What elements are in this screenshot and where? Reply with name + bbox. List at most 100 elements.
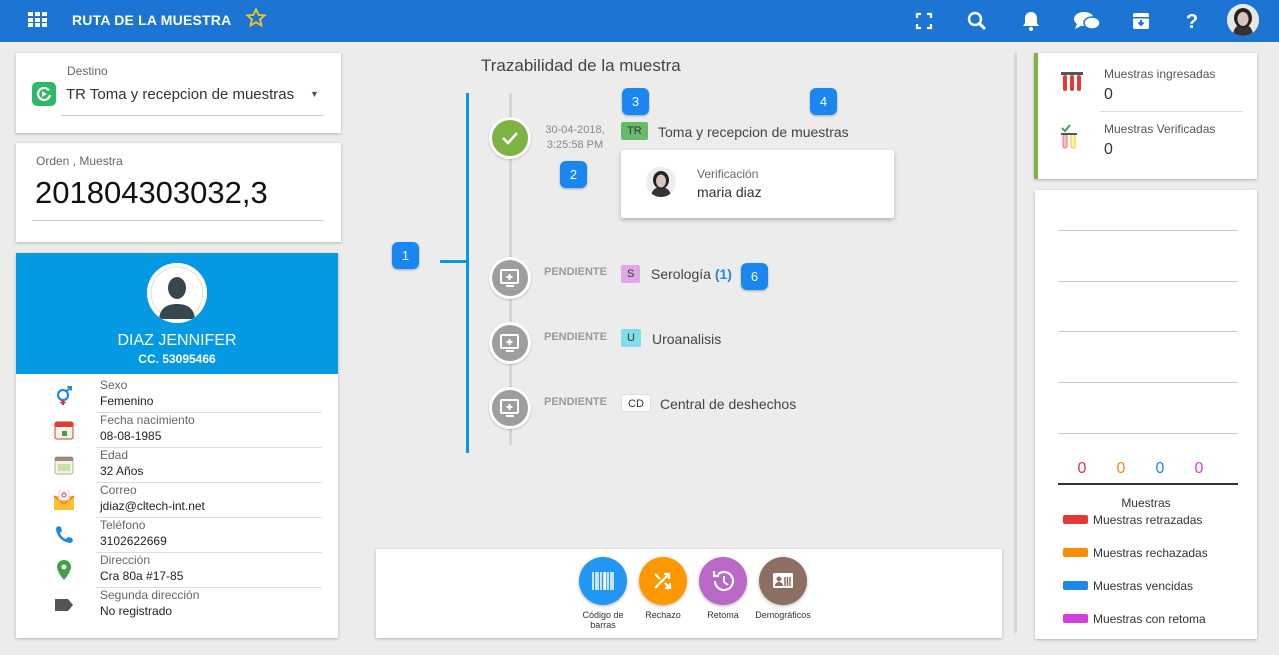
demograficos-label: Demográficos	[755, 610, 811, 620]
monitor-add-icon	[500, 269, 519, 287]
callout-badge-2: 2	[560, 161, 587, 188]
page-title: RUTA DE LA MUESTRA	[72, 12, 232, 28]
patient-field-correo: Correo jdiaz@cltech-int.net	[16, 483, 338, 518]
patient-field-edad: Edad 32 Años	[16, 448, 338, 483]
step-name: Serología (1)	[651, 266, 732, 282]
rechazo-label: Rechazo	[645, 610, 681, 620]
step-code-tag: U	[621, 329, 641, 347]
field-value: 3102622669	[100, 534, 167, 548]
legend-label: Muestras retrazadas	[1093, 513, 1203, 527]
stat-label: Muestras ingresadas	[1104, 67, 1216, 81]
history-icon	[712, 570, 735, 592]
patient-field-fecha: Fecha nacimiento 08-08-1985	[16, 413, 338, 448]
grid-line	[1058, 230, 1238, 231]
user-avatar[interactable]	[1227, 4, 1259, 36]
retoma-button[interactable]: Retoma	[693, 557, 753, 620]
chevron-down-icon[interactable]: ▼	[310, 89, 319, 99]
email-icon	[53, 490, 75, 510]
callout-badge-6: 6	[741, 263, 768, 290]
orden-label: Orden , Muestra	[36, 154, 123, 168]
stats-card: Muestras ingresadas 0 Muestras Verificad…	[1034, 53, 1257, 179]
verification-label: Verificación	[697, 167, 759, 181]
field-label: Edad	[100, 448, 129, 462]
verifier-avatar	[646, 167, 676, 197]
barcode-button[interactable]: Código de barras	[573, 557, 633, 630]
step-count: (1)	[714, 266, 732, 282]
verification-user: maria diaz	[697, 184, 762, 200]
field-value: Cra 80a #17-85	[100, 569, 184, 583]
destino-icon	[32, 82, 56, 106]
step-name: Uroanalisis	[652, 331, 722, 347]
timeline-bracket	[466, 93, 469, 453]
verification-card: Verificación maria diaz	[621, 150, 894, 218]
patient-id: CC. 53095466	[138, 352, 216, 366]
legend-label: Muestras vencidas	[1093, 579, 1194, 593]
svg-text:?: ?	[1186, 11, 1198, 33]
help-icon[interactable]: ?	[1180, 9, 1204, 33]
grid-line	[1058, 331, 1238, 332]
legend-label: Muestras rechazadas	[1093, 546, 1208, 560]
patient-header: DIAZ JENNIFER CC. 53095466	[16, 253, 338, 374]
field-value: Femenino	[100, 394, 154, 408]
check-icon	[502, 132, 518, 145]
field-value: 32 Años	[100, 464, 144, 478]
field-label: Dirección	[100, 553, 151, 567]
rechazo-button[interactable]: Rechazo	[633, 557, 693, 620]
tubes-icon	[1061, 72, 1083, 91]
field-value: jdiaz@cltech-int.net	[100, 499, 205, 513]
chat-icon[interactable]	[1073, 9, 1101, 33]
monitor-add-icon	[500, 334, 519, 352]
field-label: Correo	[100, 483, 137, 497]
step-pending-node[interactable]	[489, 387, 531, 429]
step-status: PENDIENTE	[544, 266, 607, 278]
panel-divider	[1014, 53, 1017, 633]
shuffle-icon	[654, 572, 672, 590]
barcode-icon	[592, 572, 614, 590]
field-label: Teléfono	[100, 518, 146, 532]
patient-field-sexo: Sexo Femenino	[16, 378, 338, 413]
step-pending-node[interactable]	[489, 257, 531, 299]
barcode-label: Código de barras	[582, 610, 624, 630]
divider	[61, 115, 324, 116]
grid-line	[1058, 433, 1238, 434]
verified-tubes-icon	[1061, 124, 1077, 149]
destino-select[interactable]: TR Toma y recepcion de muestras	[66, 86, 294, 103]
field-label: Sexo	[100, 378, 128, 392]
top-bar: RUTA DE LA MUESTRA ?	[0, 0, 1279, 42]
demograficos-button[interactable]: Demográficos	[753, 557, 813, 620]
orden-input[interactable]: 201804303032,3	[35, 175, 268, 211]
step-pending-node[interactable]	[489, 322, 531, 364]
action-bar: Código de barras Rechazo Retoma Demográf…	[376, 549, 1002, 638]
destino-label: Destino	[67, 64, 108, 78]
patient-avatar	[147, 263, 207, 323]
legend-swatch	[1063, 515, 1088, 524]
fullscreen-icon[interactable]	[912, 9, 936, 33]
legend-title: Muestras	[1121, 496, 1171, 510]
bar-value: 0	[1077, 460, 1087, 477]
archive-icon[interactable]	[1129, 9, 1153, 33]
apps-icon[interactable]	[28, 12, 47, 27]
bar-value: 0	[1194, 460, 1204, 477]
monitor-add-icon	[500, 399, 519, 417]
step-code-tag: CD	[621, 394, 651, 412]
bell-icon[interactable]	[1019, 9, 1043, 33]
step-done-node[interactable]	[489, 117, 531, 159]
stat-value: 0	[1104, 86, 1113, 103]
phone-icon	[56, 526, 73, 543]
callout-badge-3: 3	[622, 88, 649, 115]
star-icon[interactable]	[245, 7, 267, 29]
stat-verificadas: Muestras Verificadas 0	[1038, 108, 1257, 163]
legend-swatch	[1063, 548, 1088, 557]
location-icon	[57, 560, 71, 580]
search-icon[interactable]	[965, 9, 989, 33]
step-date: 30-04-2018, 3:25:58 PM	[545, 124, 605, 151]
stat-ingresadas: Muestras ingresadas 0	[1038, 53, 1257, 108]
callout-badge-4: 4	[810, 88, 837, 115]
stat-value: 0	[1104, 141, 1113, 158]
step-name: Central de deshechos	[660, 396, 797, 412]
step-name: Toma y recepcion de muestras	[658, 124, 849, 140]
step-code-tag: S	[621, 265, 641, 283]
stat-label: Muestras Verificadas	[1104, 122, 1216, 136]
legend-swatch	[1063, 581, 1088, 590]
patient-name: DIAZ JENNIFER	[117, 332, 237, 349]
